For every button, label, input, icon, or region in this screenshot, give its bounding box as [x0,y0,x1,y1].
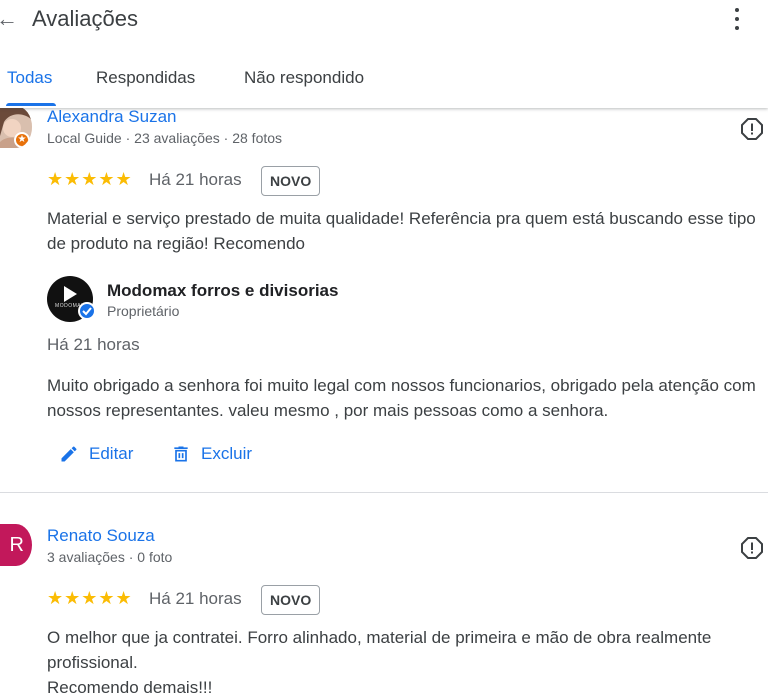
review-time: Há 21 horas [149,170,242,189]
star-rating: ★★★★★ [47,588,133,608]
delete-button[interactable]: Excluir [171,444,252,464]
header-bar: ← Avaliações Todas Respondidas Não respo… [0,0,768,108]
trash-icon [174,446,188,462]
pencil-icon [61,446,77,462]
delete-label: Excluir [201,444,253,463]
owner-name: Modomax forros e divisorias [107,281,339,300]
report-icon[interactable] [740,117,764,141]
avatar[interactable]: ★ [0,106,32,148]
play-icon [64,286,77,302]
verified-check-icon [78,302,96,320]
review-text: O melhor que ja contratei. Forro alinhad… [47,628,712,696]
reviewer-name[interactable]: Renato Souza [47,526,155,546]
local-guide-badge-icon: ★ [14,132,30,148]
review-time: Há 21 horas [149,589,242,608]
page-title: Avaliações [32,6,138,31]
reply-text: Muito obrigado a senhora foi muito legal… [47,376,756,420]
edit-label: Editar [89,444,134,463]
new-badge: NOVO [261,585,321,615]
owner-role: Proprietário [107,303,180,319]
reviewer-name[interactable]: Alexandra Suzan [47,107,176,127]
avatar[interactable]: R [0,524,32,566]
reviewer-meta: Local Guide · 23 avaliações · 28 fotos [47,130,283,146]
back-arrow-icon[interactable]: ← [0,6,18,32]
reply-time: Há 21 horas [47,335,140,354]
tab-todas[interactable]: Todas [7,68,52,88]
new-badge: NOVO [261,166,321,196]
review-text: Material e serviço prestado de muita qua… [47,209,756,253]
active-tab-indicator [6,103,56,106]
tab-respondidas[interactable]: Respondidas [96,68,195,88]
tab-nao-respondido[interactable]: Não respondido [244,68,364,88]
edit-button[interactable]: Editar [59,444,133,464]
star-rating: ★★★★★ [47,169,133,189]
divider [0,492,768,493]
report-icon[interactable] [740,536,764,560]
reviewer-meta: 3 avaliações · 0 foto [47,549,173,565]
more-options-icon[interactable] [726,6,748,32]
